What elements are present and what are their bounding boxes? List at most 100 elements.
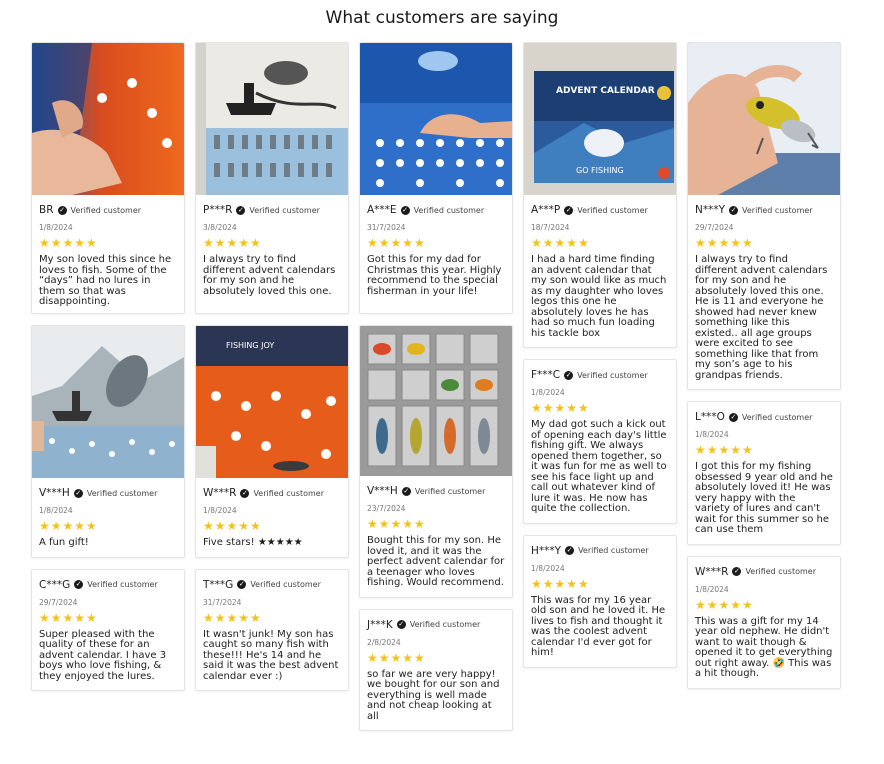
reviewer-name: N***Y xyxy=(695,204,726,216)
star-rating: ★★★★★ xyxy=(531,236,590,250)
verified-label: Verified customer xyxy=(745,567,816,576)
reviewer-name: H***Y xyxy=(531,544,562,557)
review-photo[interactable] xyxy=(360,326,512,476)
review-text: I got this for my fishing obsessed 9 yea… xyxy=(695,461,833,535)
page-title: What customers are saying xyxy=(325,8,559,28)
reviewer-name: V***H xyxy=(39,487,70,499)
review-column-4: ADVENT CALENDAR GO FISHING A***P ✓ Verifie… xyxy=(523,42,677,679)
review-date: 1/8/2024 xyxy=(531,563,565,573)
verified-label: Verified customer xyxy=(577,205,648,215)
verified-label: Verified customer xyxy=(409,620,481,629)
verified-label: Verified customer xyxy=(578,546,649,555)
review-text: I always try to find different advent ca… xyxy=(695,254,828,381)
star-rating: ★★★★★ xyxy=(203,236,262,250)
star-rating: ★★★★★ xyxy=(531,576,590,591)
verified-check-icon: ✓ xyxy=(74,580,84,589)
verified-check-icon: ✓ xyxy=(564,370,574,380)
star-rating: ★★★★★ xyxy=(203,610,262,625)
verified-check-icon: ✓ xyxy=(240,488,250,498)
review-text: It wasn't junk! My son has caught so man… xyxy=(203,628,339,682)
review-date: 31/7/2024 xyxy=(367,223,406,232)
star-rating: ★★★★★ xyxy=(203,519,262,533)
review-photo[interactable]: ADVENT CALENDAR GO FISHING xyxy=(524,43,676,195)
review-card[interactable]: BR ✓ Verified customer 1/8/2024 ★★★★★ My s… xyxy=(31,42,185,314)
review-date: 3/8/2024 xyxy=(203,223,237,232)
review-card[interactable]: FISHING JOY W***R ✓ Verified customer 1/8/… xyxy=(195,325,349,558)
verified-check-icon: ✓ xyxy=(564,205,574,215)
review-column-1: BR ✓ Verified customer 1/8/2024 ★★★★★ My s… xyxy=(31,42,185,702)
star-rating: ★★★★★ xyxy=(367,650,426,665)
verified-label: Verified customer xyxy=(742,205,813,215)
review-photo[interactable] xyxy=(196,43,348,195)
star-rating: ★★★★★ xyxy=(695,443,754,457)
box-title: FISHING JOY xyxy=(226,341,274,350)
review-card[interactable]: A***E ✓ Verified customer 31/7/2024 ★★★★★ … xyxy=(359,42,513,314)
review-card[interactable]: C***G ✓ Verified customer 29/7/2024 ★★★★★ … xyxy=(31,568,185,691)
review-photo[interactable] xyxy=(688,43,840,195)
verified-label: Verified customer xyxy=(249,205,320,215)
review-text: A fun gift! xyxy=(39,537,89,548)
reviewer-name: W***R xyxy=(695,565,729,578)
review-date: 18/7/2024 xyxy=(531,223,570,232)
review-column-3: A***E ✓ Verified customer 31/7/2024 ★★★★★ … xyxy=(359,42,513,742)
review-card[interactable]: L***O ✓ Verified customer 1/8/2024 ★★★★★ I… xyxy=(687,401,841,545)
verified-label: Verified customer xyxy=(741,412,813,422)
review-photo[interactable] xyxy=(360,43,512,195)
reviewer-name: BR xyxy=(39,204,54,216)
review-card[interactable]: W***R ✓ Verified customer 1/8/2024 ★★★★★ T… xyxy=(687,555,841,689)
review-text: My dad got such a kick out of opening ea… xyxy=(531,419,667,514)
reviewer-name: C***G xyxy=(39,578,71,591)
review-date: 1/8/2024 xyxy=(695,430,729,439)
review-date: 29/7/2024 xyxy=(39,597,78,607)
review-text: Got this for my dad for Christmas this y… xyxy=(367,254,502,297)
review-text: Super pleased with the quality of these … xyxy=(39,628,167,682)
review-card[interactable]: P***R ✓ Verified customer 3/8/2024 ★★★★★ I… xyxy=(195,42,349,314)
review-card[interactable]: N***Y ✓ Verified customer 29/7/2024 ★★★★★ … xyxy=(687,42,841,390)
review-date: 1/8/2024 xyxy=(203,506,237,515)
verified-label: Verified customer xyxy=(413,205,485,215)
verified-label: Verified customer xyxy=(70,205,142,215)
verified-label: Verified customer xyxy=(86,488,158,498)
star-rating: ★★★★★ xyxy=(531,401,590,415)
verified-check-icon: ✓ xyxy=(400,205,410,215)
verified-check-icon: ✓ xyxy=(401,486,411,496)
reviewer-name: W***R xyxy=(203,487,237,499)
box-title: ADVENT CALENDAR xyxy=(556,86,655,96)
reviewer-name: L***O xyxy=(695,411,725,423)
review-text: Five stars! ★★★★★ xyxy=(203,537,303,548)
review-card[interactable]: V***H ✓ Verified customer 1/8/2024 ★★★★★ A… xyxy=(31,325,185,558)
review-photo[interactable]: FISHING JOY xyxy=(196,326,348,478)
verified-label: Verified customer xyxy=(414,486,486,496)
verified-check-icon: ✓ xyxy=(237,580,247,589)
review-text: Bought this for my son. He loved it, and… xyxy=(367,535,505,588)
verified-check-icon: ✓ xyxy=(728,412,738,422)
reviewer-name: A***P xyxy=(531,204,561,216)
box-subtitle: GO FISHING xyxy=(576,166,624,175)
review-column-2: P***R ✓ Verified customer 3/8/2024 ★★★★★ I… xyxy=(195,42,349,702)
review-text: I always try to find different advent ca… xyxy=(203,254,336,297)
verified-label: Verified customer xyxy=(253,488,324,498)
verified-check-icon: ✓ xyxy=(236,205,246,215)
review-card[interactable]: T***G ✓ Verified customer 31/7/2024 ★★★★★ … xyxy=(195,568,349,691)
verified-check-icon: ✓ xyxy=(732,567,742,576)
star-rating: ★★★★★ xyxy=(695,597,754,612)
review-text: I had a hard time finding an advent cale… xyxy=(531,254,667,339)
star-rating: ★★★★★ xyxy=(695,236,754,250)
star-rating: ★★★★★ xyxy=(367,236,426,250)
review-date: 31/7/2024 xyxy=(203,597,242,607)
reviewer-name: V***H xyxy=(367,485,398,497)
review-card[interactable]: H***Y ✓ Verified customer 1/8/2024 ★★★★★ T… xyxy=(523,534,677,668)
reviewer-name: J***K xyxy=(367,618,393,631)
review-card[interactable]: ADVENT CALENDAR GO FISHING A***P ✓ Verifie… xyxy=(523,42,677,348)
review-photo[interactable] xyxy=(32,43,184,195)
review-card[interactable]: J***K ✓ Verified customer 2/8/2024 ★★★★★ s… xyxy=(359,608,513,731)
verified-check-icon: ✓ xyxy=(396,620,406,629)
verified-check-icon: ✓ xyxy=(565,546,575,555)
review-date: 2/8/2024 xyxy=(367,637,401,647)
review-card[interactable]: V***H ✓ Verified customer 23/7/2024 ★★★★★ … xyxy=(359,325,513,598)
review-card[interactable]: F***C ✓ Verified customer 1/8/2024 ★★★★★ M… xyxy=(523,359,677,524)
review-date: 1/8/2024 xyxy=(531,388,565,397)
review-photo[interactable] xyxy=(32,326,184,478)
review-text: This was for my 16 year old son and he l… xyxy=(531,594,666,658)
verified-check-icon: ✓ xyxy=(73,488,83,498)
